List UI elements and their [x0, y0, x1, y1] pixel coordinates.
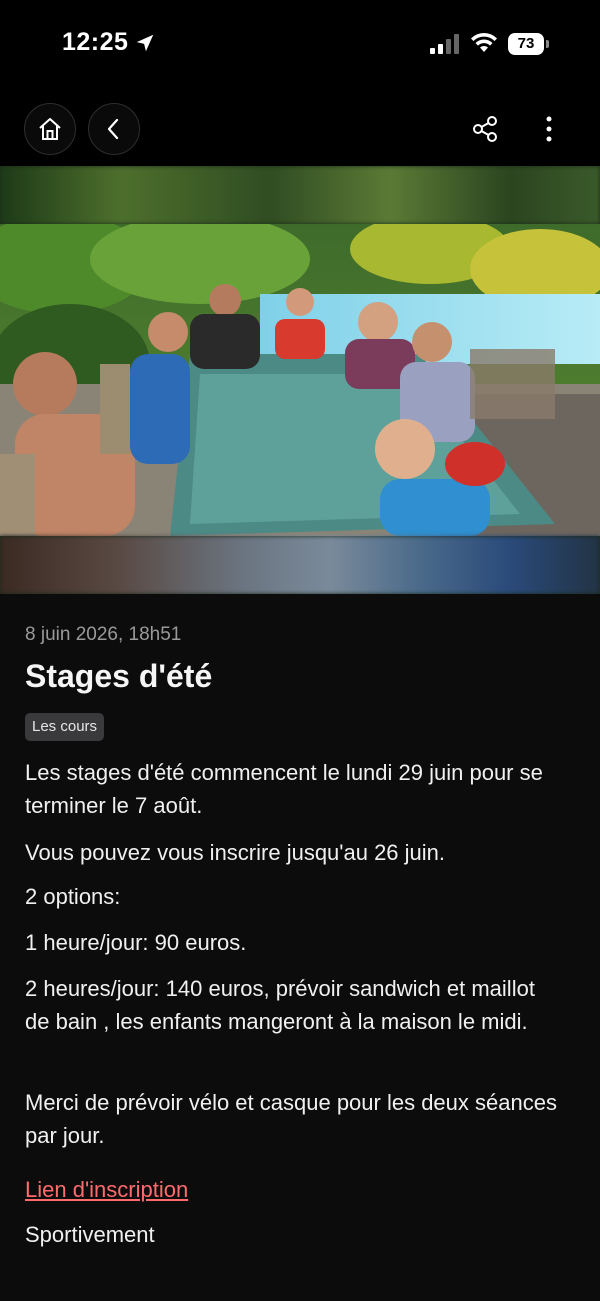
more-vertical-icon[interactable]: [536, 114, 562, 144]
home-button[interactable]: [24, 103, 76, 155]
signature: Sportivement: [25, 1222, 155, 1247]
status-time: 12:25: [62, 28, 129, 56]
share-icon[interactable]: [470, 114, 500, 144]
hero-blur-top: [0, 166, 600, 224]
article-date: 8 juin 2026, 18h51: [25, 624, 182, 645]
wifi-icon: [471, 32, 497, 52]
home-icon: [39, 118, 61, 140]
paragraph-dates: Les stages d'été commencent le lundi 29 …: [25, 760, 543, 818]
battery-nub: [546, 40, 549, 48]
photo-kids-playing-cards: [0, 224, 600, 536]
battery-indicator: 73: [508, 33, 550, 55]
location-arrow-icon: [136, 34, 154, 52]
chevron-left-icon: [107, 118, 119, 140]
hero-image: [0, 166, 600, 594]
paragraph-deadline: Vous pouvez vous inscrire jusqu'au 26 ju…: [25, 840, 446, 865]
paragraph-equipment: Merci de prévoir vélo et casque pour les…: [25, 1090, 557, 1148]
paragraph-options-heading: 2 options:: [25, 884, 121, 909]
article-title: Stages d'été: [25, 658, 213, 694]
nav-bar: [0, 90, 600, 166]
back-button[interactable]: [88, 103, 140, 155]
paragraph-option-2: 2 heures/jour: 140 euros, prévoir sandwi…: [25, 976, 535, 1034]
battery-level: 73: [508, 33, 544, 55]
registration-link[interactable]: Lien d'inscription: [25, 1177, 188, 1203]
category-tag[interactable]: Les cours: [25, 713, 105, 741]
paragraph-option-1: 1 heure/jour: 90 euros.: [25, 930, 247, 955]
status-bar: 12:25 73: [0, 0, 600, 90]
hero-blur-bottom: [0, 536, 600, 594]
cellular-signal-icon: [430, 34, 459, 54]
